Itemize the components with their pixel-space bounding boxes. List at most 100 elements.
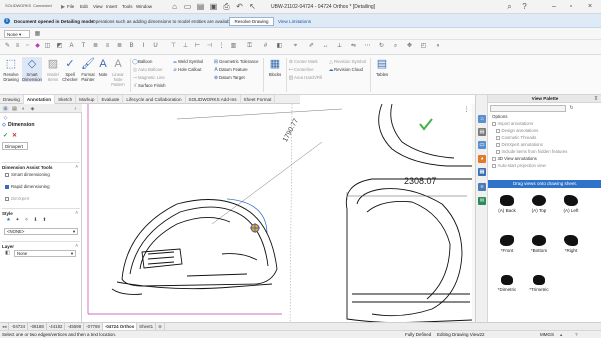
sketch-icon[interactable]: ✐ [308, 43, 315, 50]
checkbox[interactable] [5, 172, 9, 177]
open-folder-icon[interactable]: ▤ [196, 2, 205, 11]
sheet-tab[interactable]: -44182 [47, 323, 66, 330]
config-manager-tab-icon[interactable]: ◐ [20, 106, 27, 112]
menu-insert[interactable]: Insert [106, 4, 117, 9]
view-dimetric[interactable]: *Dimetric [492, 275, 522, 292]
sheet-tab[interactable]: -45599 [65, 323, 85, 330]
tab-addins[interactable]: SOLIDWORKS Add-Ins [186, 94, 241, 104]
pattern-icon[interactable]: ⋯ [364, 43, 371, 50]
group-icon[interactable]: ▥ [230, 43, 237, 50]
font-icon[interactable]: T [80, 43, 87, 50]
apply-style-icon[interactable]: ★ [5, 217, 12, 223]
spell-checker-button[interactable]: ✓ Spell Checker [60, 57, 80, 82]
cancel-button[interactable]: ✕ [12, 132, 17, 139]
checkbox[interactable] [492, 164, 496, 168]
units-selector[interactable]: MMGS [540, 331, 554, 338]
align-vertical-icon[interactable]: ⊢ [194, 43, 201, 50]
forum-icon[interactable]: ✉ [478, 197, 486, 205]
cosmetic-threads-option[interactable]: Cosmetic Threads [496, 135, 536, 140]
close-button[interactable]: × [584, 1, 596, 12]
canvas-options-icon[interactable]: ⋮ [462, 106, 471, 115]
hide-show-edges-icon[interactable]: ◫ [44, 43, 51, 50]
tab-evaluate[interactable]: Evaluate [98, 94, 124, 104]
file-explorer-icon[interactable]: ▭ [478, 141, 486, 149]
collapse-icon[interactable]: ˄ [75, 243, 78, 248]
view-back[interactable]: (A) Back [492, 195, 522, 213]
design-library-icon[interactable]: ▤ [478, 128, 486, 136]
tables-button[interactable]: ▤ Tables [372, 57, 392, 77]
centerline-button[interactable]: ⊷Centerline [288, 66, 322, 74]
sheet-tab[interactable]: -04724 [9, 323, 29, 330]
tab-annotation[interactable]: Annotation [23, 94, 56, 104]
bold-icon[interactable]: B [128, 43, 135, 50]
horizontal-dimension-text[interactable]: 2308.07 [404, 176, 437, 186]
checkbox[interactable] [496, 150, 500, 154]
linear-note-pattern-button[interactable]: A Linear Note Pattern [108, 57, 128, 87]
sheet-tab[interactable]: Sheet1 [137, 323, 157, 330]
tab-sheet-format[interactable]: Sheet Format [241, 94, 276, 104]
smart-dimensioning-option[interactable]: Smart dimensioning [5, 172, 50, 177]
tab-markup[interactable]: Markup [76, 94, 99, 104]
checkbox[interactable] [496, 136, 500, 140]
delete-style-icon[interactable]: ✧ [23, 217, 30, 223]
align-bottom-icon[interactable]: ⊥ [182, 43, 189, 50]
datum-feature-button[interactable]: ADatum Feature [213, 66, 259, 74]
text-format-icon[interactable]: A [68, 43, 75, 50]
layer-properties-icon[interactable]: ▦ [34, 31, 41, 38]
zoom-icon[interactable]: ⌕ [392, 43, 399, 50]
layer-icon[interactable]: ◧ [276, 43, 283, 50]
tab-nav-first-icon[interactable]: ◂◂ [0, 323, 10, 330]
save-style-icon[interactable]: ⬇ [32, 217, 39, 223]
collapse-icon[interactable]: ˄ [75, 210, 78, 215]
style-dropdown[interactable]: <NONE> ▾ [4, 228, 78, 235]
status-help-icon[interactable]: ? [575, 331, 578, 338]
relations-icon[interactable]: ⟂ [336, 43, 343, 50]
rotate-icon[interactable]: ↻ [378, 43, 385, 50]
feature-tree-tab-icon[interactable]: ⊞ [2, 105, 9, 112]
smart-dimension-button[interactable]: ◇ Smart Dimension [22, 57, 42, 82]
resolve-drawing-button[interactable]: Resolve Drawing [229, 16, 274, 26]
align-left-icon[interactable]: ≣ [92, 43, 99, 50]
revision-symbol-button[interactable]: △Revision Symbol [328, 58, 366, 66]
ok-button[interactable]: ✓ [3, 132, 8, 139]
datum-target-button[interactable]: ⊗Datum Target [213, 74, 259, 82]
line-color-icon[interactable]: ✎ [4, 43, 11, 50]
surface-finish-button[interactable]: √ Surface Finish [132, 82, 166, 90]
align-top-icon[interactable]: ⊤ [170, 43, 177, 50]
hole-callout-button[interactable]: ⌀ Hole Callout [172, 66, 203, 74]
dimxpert-field[interactable]: Dimxpert [2, 142, 28, 150]
dimension-icon[interactable]: ↔ [322, 43, 329, 50]
mirror-icon[interactable]: ⇋ [350, 43, 357, 50]
center-mark-button[interactable]: ⊕Center Mark [288, 58, 322, 66]
geometric-tolerance-button[interactable]: ⊞Geometric Tolerance [213, 58, 259, 66]
color-icon[interactable]: ◩ [56, 43, 63, 50]
sheet-tab[interactable]: -08188 [28, 323, 47, 330]
pin-icon[interactable]: ⊼ [591, 95, 601, 103]
align-right-icon[interactable]: ≣ [116, 43, 123, 50]
command-search-icon[interactable]: ⌕ [505, 2, 514, 11]
italic-icon[interactable]: I [140, 43, 147, 50]
units-arrow-icon[interactable]: ▴ [560, 331, 562, 338]
view-palette-icon[interactable]: ▦ [478, 168, 486, 176]
view-right[interactable]: *Right [556, 235, 586, 253]
balloon-button[interactable]: ◯Balloon [132, 58, 165, 66]
new-document-icon[interactable]: ▭ [183, 2, 192, 11]
snap-icon[interactable]: ⌖ [292, 43, 299, 50]
minimize-button[interactable]: – [548, 1, 560, 12]
grid-icon[interactable]: # [262, 43, 269, 50]
document-select[interactable] [490, 105, 566, 112]
expand-panel-icon[interactable]: › [72, 106, 79, 112]
select-arrow-icon[interactable]: ↖ [248, 2, 257, 11]
property-manager-tab-icon[interactable]: ▤ [11, 106, 18, 112]
auto-balloon-button[interactable]: ◎Auto Balloon [132, 66, 165, 74]
checkbox[interactable] [492, 157, 496, 161]
print-icon[interactable]: ⎙ [222, 2, 231, 11]
save-icon[interactable]: ▣ [209, 2, 218, 11]
design-annotations-option[interactable]: Design annotations [496, 128, 538, 133]
checkbox[interactable] [496, 143, 500, 147]
tab-sketch[interactable]: Sketch [55, 94, 77, 104]
rapid-dimensioning-option[interactable]: Rapid dimensioning [5, 184, 50, 189]
display-style-icon[interactable]: ◑ [434, 43, 441, 50]
area-hatch-button[interactable]: ▧Area Hatch/Fill [288, 74, 323, 82]
checkbox[interactable] [5, 196, 9, 201]
